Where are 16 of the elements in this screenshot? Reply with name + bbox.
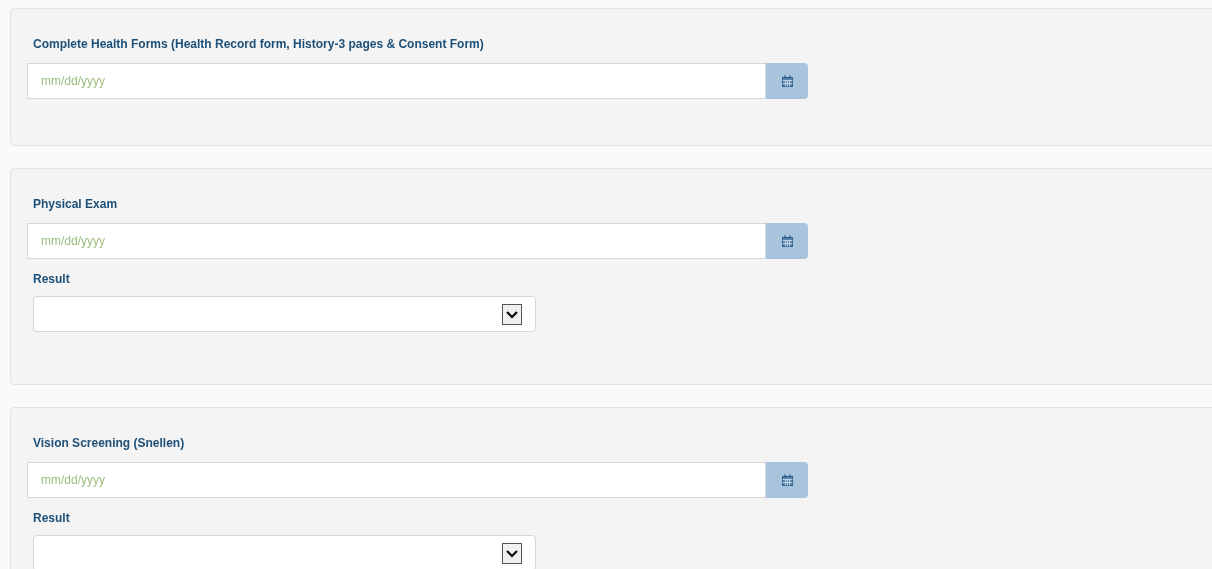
- calendar-button[interactable]: [766, 462, 808, 498]
- calendar-icon: [781, 235, 793, 247]
- result-label: Result: [32, 271, 70, 288]
- section-title: Vision Screening (Snellen): [32, 435, 185, 452]
- chevron-down-icon: [502, 542, 522, 564]
- section-title: Physical Exam: [32, 196, 118, 213]
- calendar-icon: [781, 75, 793, 87]
- date-input-field[interactable]: mm/dd/yyyy: [27, 462, 766, 498]
- section-title: Complete Health Forms (Health Record form, History-3 pages & Consent Form): [32, 36, 484, 53]
- result-label: Result: [32, 510, 70, 527]
- calendar-button[interactable]: [766, 63, 808, 99]
- date-input-field[interactable]: mm/dd/yyyy: [27, 63, 766, 99]
- date-input-field[interactable]: mm/dd/yyyy: [27, 223, 766, 259]
- calendar-button[interactable]: [766, 223, 808, 259]
- chevron-down-icon: [502, 303, 522, 325]
- calendar-icon: [781, 474, 793, 486]
